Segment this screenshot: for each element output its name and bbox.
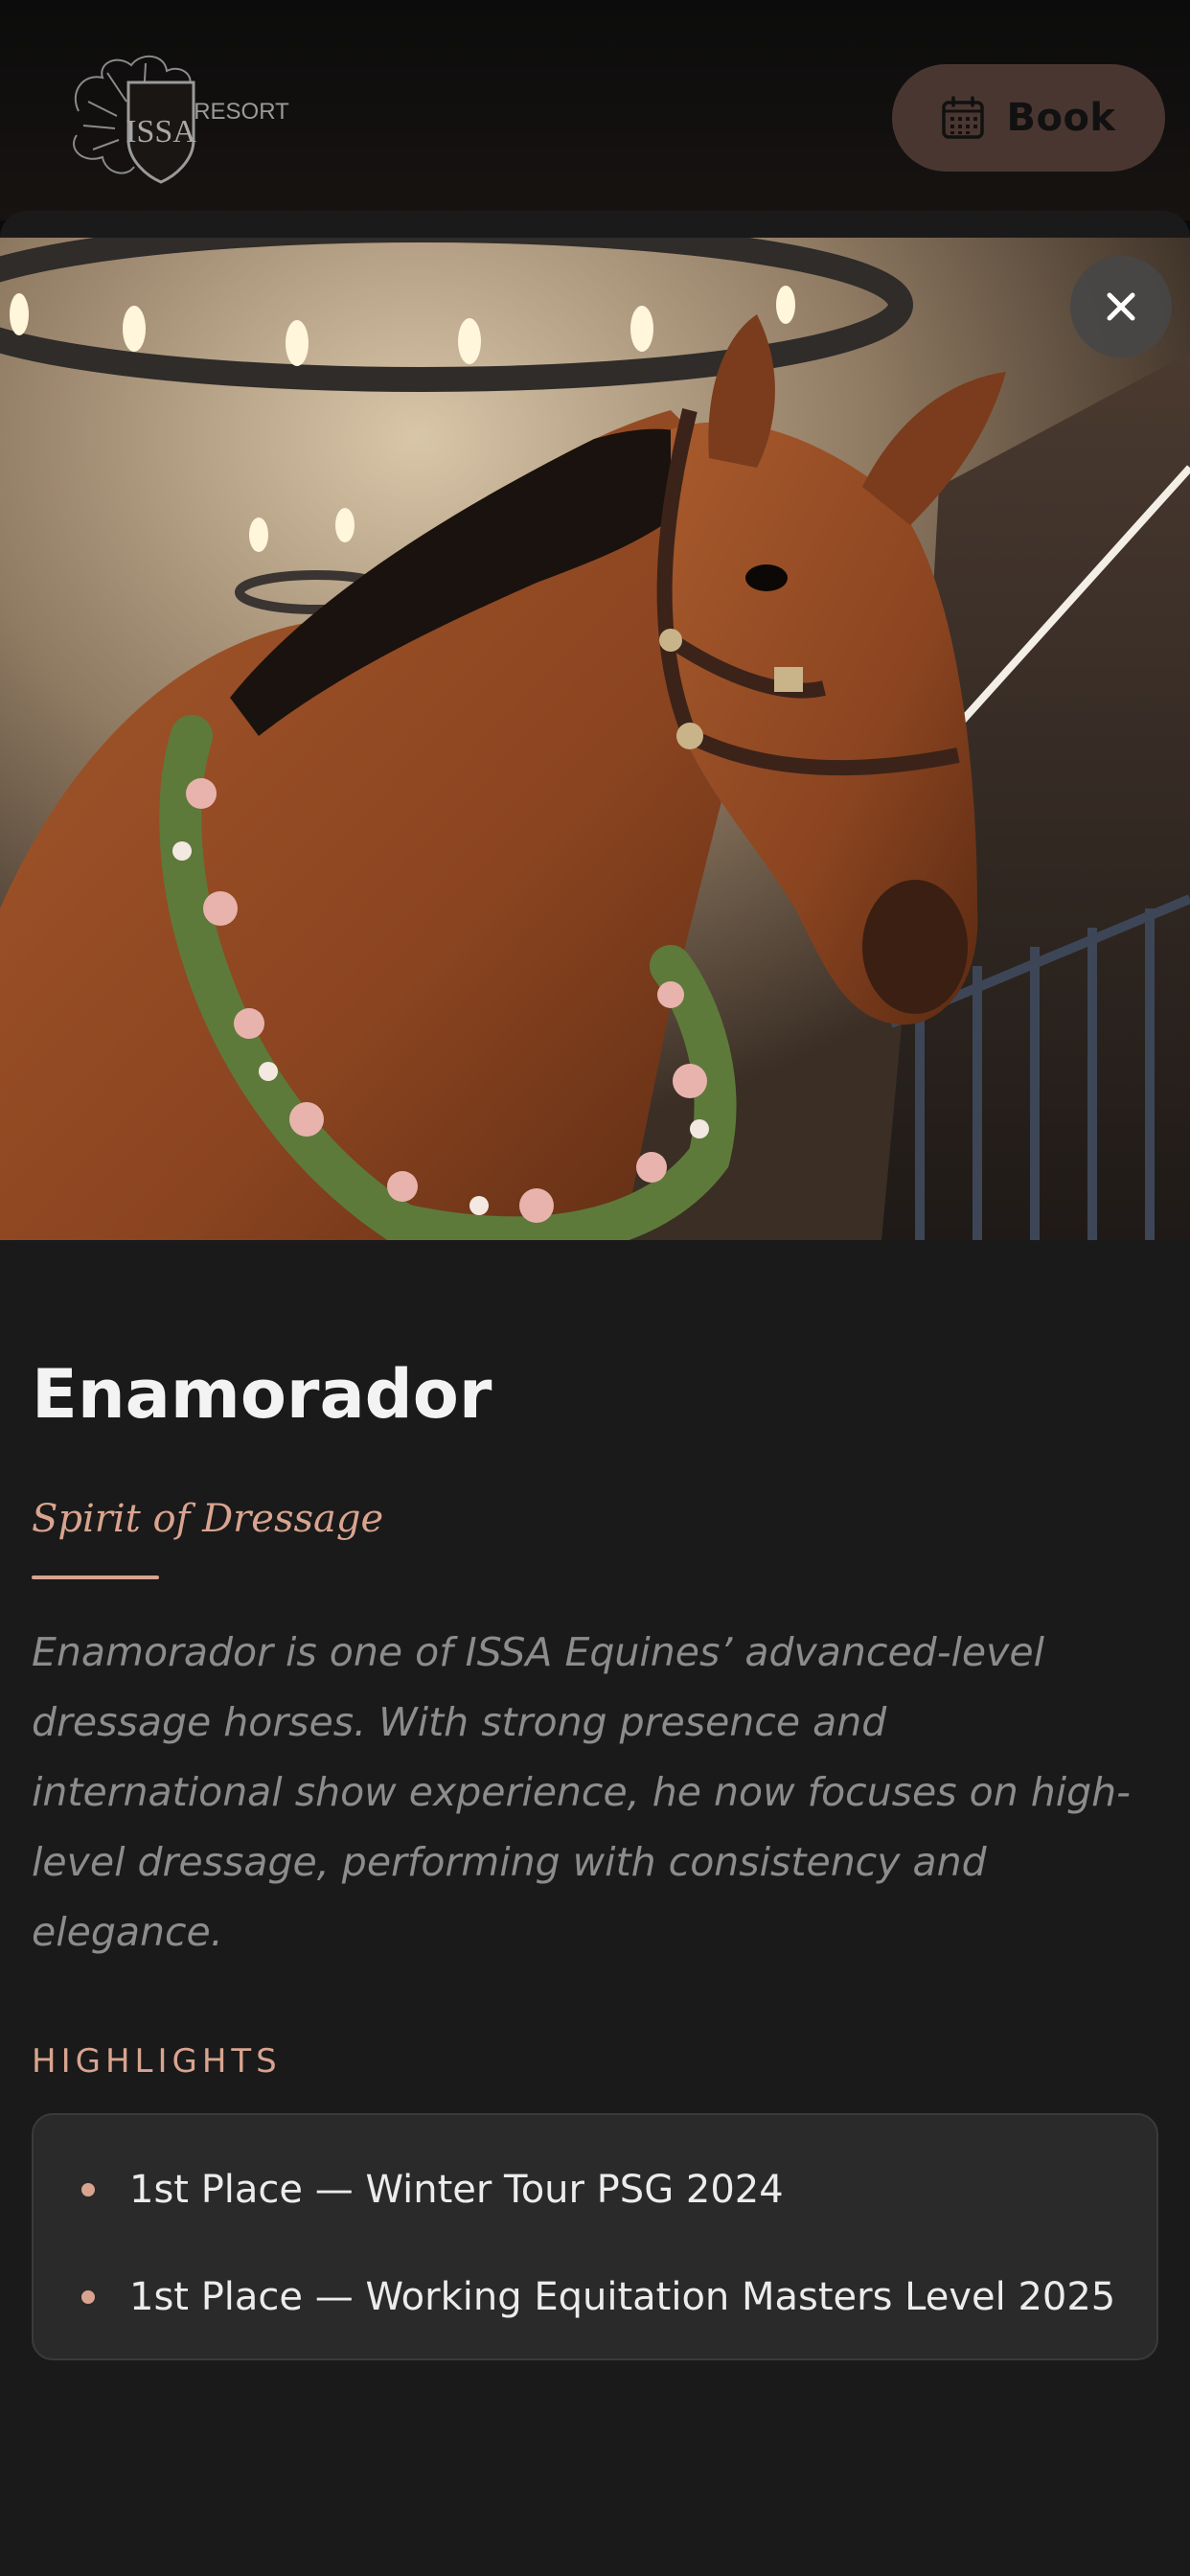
page: ISSA RESORT Book Enamorador Spirit of Dr… bbox=[0, 0, 1190, 2576]
horse-description: Enamorador is one of ISSA Equines’ advan… bbox=[32, 1629, 1131, 1955]
logo-emblem-icon: ISSA RESORT bbox=[73, 56, 289, 184]
calendar-icon bbox=[942, 96, 985, 139]
bullet-icon bbox=[81, 2183, 95, 2196]
highlight-text: 1st Place — Working Equitation Masters L… bbox=[129, 2275, 1116, 2319]
highlight-item: 1st Place — Working Equitation Masters L… bbox=[34, 2243, 1156, 2351]
book-button-label: Book bbox=[1006, 96, 1116, 140]
svg-text:ISSA: ISSA bbox=[126, 114, 196, 150]
highlight-text: 1st Place — Winter Tour PSG 2024 bbox=[129, 2168, 784, 2212]
close-button[interactable] bbox=[1070, 256, 1172, 357]
horse-subtitle: Spirit of Dressage bbox=[32, 1497, 384, 1541]
book-button[interactable]: Book bbox=[892, 64, 1165, 172]
highlights-heading: HIGHLIGHTS bbox=[32, 2042, 282, 2081]
close-icon bbox=[1107, 292, 1135, 321]
horse-details: Enamorador Spirit of Dressage Enamorador… bbox=[32, 1361, 1158, 2360]
accent-divider bbox=[32, 1576, 159, 1579]
bullet-icon bbox=[81, 2290, 95, 2304]
issa-resort-logo[interactable]: ISSA RESORT bbox=[59, 44, 289, 190]
horse-photo bbox=[0, 238, 1190, 1240]
svg-text:RESORT: RESORT bbox=[194, 99, 289, 125]
top-bar: ISSA RESORT Book bbox=[0, 0, 1190, 220]
highlight-item: 1st Place — Winter Tour PSG 2024 bbox=[34, 2136, 1156, 2243]
highlights-list: 1st Place — Winter Tour PSG 2024 1st Pla… bbox=[32, 2113, 1158, 2360]
horse-name: Enamorador bbox=[32, 1355, 492, 1434]
